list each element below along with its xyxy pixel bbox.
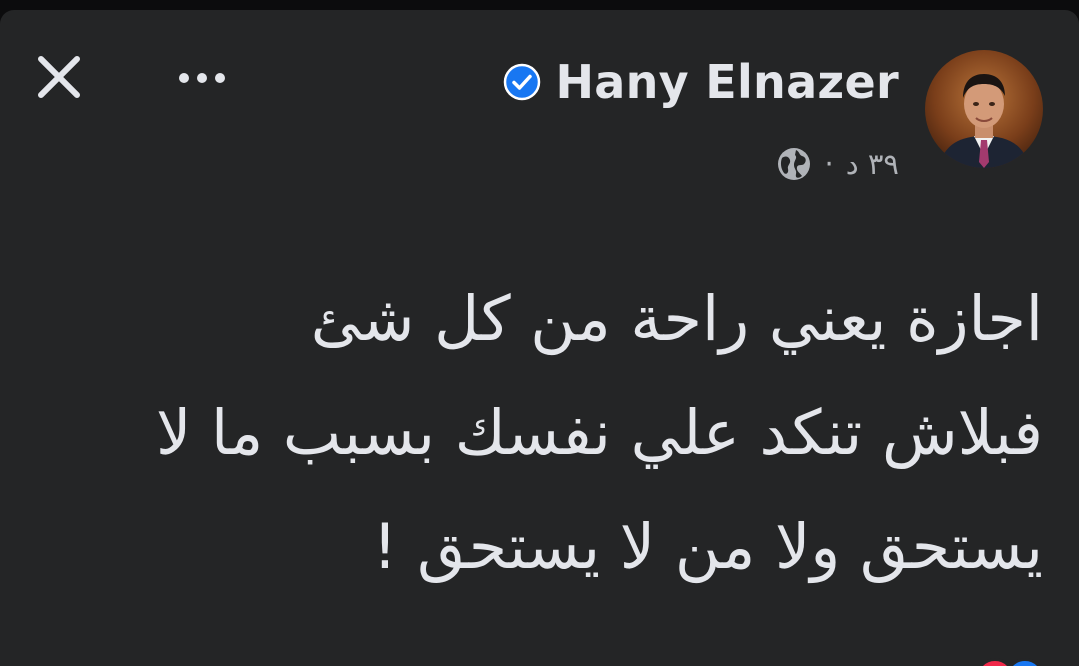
post-card: Hany Elnazer · ٣٩ د اجازة يعني راحة من ك…: [0, 10, 1079, 666]
globe-icon: [778, 148, 811, 180]
post-author: Hany Elnazer: [503, 50, 899, 114]
meta-separator: ·: [824, 147, 834, 181]
author-name[interactable]: Hany Elnazer: [555, 55, 899, 109]
verified-badge-icon: [504, 63, 541, 101]
avatar-image: [925, 50, 1043, 168]
like-reaction-icon: [1005, 658, 1045, 666]
close-button[interactable]: [30, 48, 88, 106]
close-icon: [38, 56, 80, 98]
author-avatar[interactable]: [925, 50, 1043, 168]
more-options-icon: [179, 73, 225, 83]
more-options-button[interactable]: [170, 60, 234, 96]
post-meta: · ٣٩ د: [776, 144, 899, 184]
post-text: اجازة يعني راحة من كل شئ فبلاش تنكد علي …: [155, 282, 1043, 583]
post-timestamp[interactable]: ٣٩ د: [846, 147, 899, 181]
reactions-summary[interactable]: [975, 658, 1045, 666]
